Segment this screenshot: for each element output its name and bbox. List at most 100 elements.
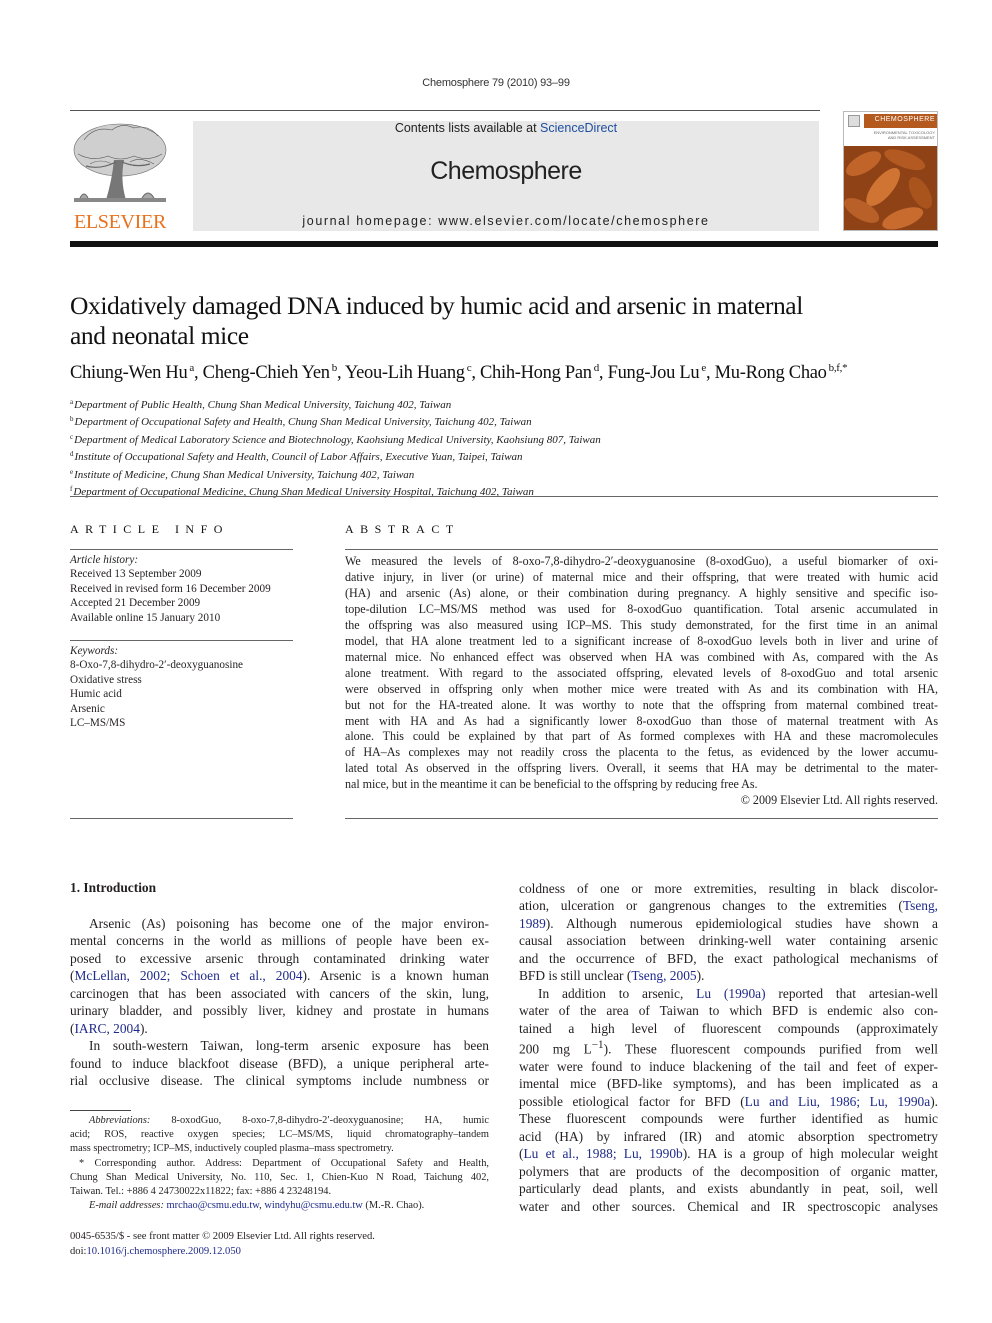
keywords-section: Keywords: 8-Oxo-7,8-dihydro-2′-deoxyguan… — [70, 644, 300, 730]
journal-homepage[interactable]: journal homepage: www.elsevier.com/locat… — [193, 214, 819, 228]
author-affiliation-marker[interactable]: d — [594, 362, 600, 374]
abstract-line: tope-dilution LC–MS/MS method was used f… — [345, 601, 938, 616]
text-line: BFD is still unclear (Tseng, 2005). — [519, 967, 938, 984]
text-line: 200 mg L−1). These fluorescent compounds… — [519, 1037, 938, 1058]
text-run: rial occlusive disease. The clinical sym… — [70, 1073, 489, 1089]
author-affiliation-marker[interactable]: a — [189, 362, 194, 374]
text-run: causal association between drinking-well… — [519, 933, 938, 949]
text-run: ). — [139, 1020, 148, 1036]
elsevier-logo[interactable]: ELSEVIER — [70, 120, 170, 232]
divider — [70, 818, 293, 819]
affiliation-text: Institute of Occupational Safety and Hea… — [74, 451, 523, 464]
italic-label: Abbreviations: — [89, 1115, 151, 1126]
keyword[interactable]: Arsenic — [70, 702, 300, 716]
author-name[interactable]: Chiung-Wen Hu — [70, 363, 188, 383]
author-name[interactable]: Yeou-Lih Huang — [345, 363, 465, 383]
citation-link[interactable]: Lu and Liu, 1986; Lu, 1990a — [745, 1094, 931, 1109]
text-run: posed to excessive arsenic through conta… — [70, 950, 489, 966]
citation-link[interactable]: Tseng, — [903, 898, 938, 913]
text-run: In addition to arsenic, — [538, 985, 697, 1001]
text-run: ). — [930, 1093, 938, 1109]
affiliation-marker: e — [70, 467, 74, 476]
introduction-heading: 1. Introduction — [70, 880, 157, 895]
text-line: acid; ROS, reactive oxygen species; LC–M… — [70, 1128, 489, 1142]
divider — [70, 640, 293, 641]
text-line: carcinogen that has been associated with… — [70, 985, 489, 1002]
history-item: Available online 15 January 2010 — [70, 611, 221, 624]
contents-line: Contents lists available at ScienceDirec… — [193, 121, 819, 135]
front-matter: 0045-6535/$ - see front matter © 2009 El… — [70, 1230, 489, 1259]
text-line: possible etiological factor for BFD (Lu … — [519, 1093, 938, 1110]
affiliation: bDepartment of Occupational Safety and H… — [70, 412, 770, 429]
text-run: Chung Shan Medical University, No. 110, … — [70, 1171, 489, 1183]
keyword[interactable]: LC–MS/MS — [70, 716, 300, 730]
author-affiliation-marker[interactable]: b — [332, 362, 338, 374]
abstract-line: ment with HA and As had a significantly … — [345, 713, 938, 728]
text-run: In south-western Taiwan, long-term arsen… — [89, 1038, 489, 1054]
author-name[interactable]: Cheng-Chieh Yen — [203, 363, 330, 383]
text-line: found to induce blackfoot disease (BFD),… — [70, 1055, 489, 1072]
citation-link[interactable]: mrchao@csmu.edu.tw — [167, 1200, 260, 1211]
text-run: ation, ulceration or gangrenous changes … — [519, 898, 903, 914]
text-line: In addition to arsenic, Lu (1990a) repor… — [519, 985, 938, 1002]
author-affiliation-marker[interactable]: c — [467, 362, 472, 374]
text-line: rial occlusive disease. The clinical sym… — [70, 1072, 489, 1089]
history-items: Received 13 September 2009 Received in re… — [70, 567, 300, 625]
text-run: mass spectrometry; ICP–MS, inductively c… — [70, 1143, 394, 1155]
abstract-line: of HA–As complexes may not readily cross… — [345, 745, 938, 760]
author-name[interactable]: Fung-Jou Lu — [608, 363, 700, 383]
running-head: Chemosphere 79 (2010) 93–99 — [422, 77, 570, 89]
citation-link[interactable]: McLellan, 2002; Schoen et al., 2004 — [74, 968, 302, 983]
keyword[interactable]: Humic acid — [70, 687, 300, 701]
author-name[interactable]: Mu-Rong Chao — [715, 363, 827, 383]
text-line: mental concerns in the world as millions… — [70, 932, 489, 949]
body-column-left: Arsenic (As) poisoning has become one of… — [70, 915, 489, 1090]
citation-link[interactable]: Tseng, 2005 — [631, 968, 696, 983]
text-line: water of the area of Taiwan to which BFD… — [519, 1002, 938, 1019]
citation-link[interactable]: IARC, 2004 — [74, 1021, 139, 1036]
doi-link[interactable]: 10.1016/j.chemosphere.2009.12.050 — [86, 1246, 240, 1257]
affiliation-marker: f — [70, 485, 73, 494]
affiliation-text: Institute of Medicine, Chung Shan Medica… — [74, 468, 415, 481]
abstract-line: alone treatment. With regard to the asso… — [345, 665, 938, 680]
footnotes: Abbreviations: 8-oxodGuo, 8-oxo-7,8-dihy… — [70, 1114, 489, 1213]
text-run: water and other sources. Chemical and IR… — [519, 1198, 938, 1214]
divider — [345, 818, 938, 819]
citation-link[interactable]: Lu et al., 1988; Lu, 1990b — [523, 1146, 682, 1161]
abstract-line: We measured the levels of 8-oxo-7,8-dihy… — [345, 554, 938, 568]
text-run: tained a high level of fluorescent compo… — [519, 1020, 938, 1036]
keyword[interactable]: 8-Oxo-7,8-dihydro-2′-deoxyguanosine — [70, 658, 300, 672]
affiliation-list: aDepartment of Public Health, Chung Shan… — [70, 395, 770, 499]
citation-link[interactable]: Lu (1990a) — [696, 986, 765, 1001]
citation-link[interactable]: 1989 — [519, 916, 546, 931]
text-run: found to induce blackfoot disease (BFD),… — [70, 1055, 489, 1071]
text-line: coldness of one or more extremities, res… — [519, 880, 938, 897]
abstract-line: were observed in offspring only when mot… — [345, 681, 938, 696]
author-affiliation-marker[interactable]: e — [701, 362, 706, 374]
text-run: coldness of one or more extremities, res… — [519, 881, 938, 896]
keyword[interactable]: Oxidative stress — [70, 673, 300, 687]
journal-name[interactable]: Chemosphere — [193, 157, 819, 186]
text-line: (McLellan, 2002; Schoen et al., 2004). A… — [70, 967, 489, 984]
text-line: Abbreviations: 8-oxodGuo, 8-oxo-7,8-dihy… — [70, 1114, 489, 1128]
abstract-line: but not for the HA-treated alone. It was… — [345, 697, 938, 712]
author-name[interactable]: Chih-Hong Pan — [480, 363, 592, 383]
author-affiliation-marker[interactable]: b,f,* — [829, 362, 848, 374]
text-run: urinary bladder, and possibly liver, kid… — [70, 1003, 489, 1019]
text-run: carcinogen that has been associated with… — [70, 985, 489, 1001]
text-line: mass spectrometry; ICP–MS, inductively c… — [70, 1142, 489, 1156]
text-line: In south-western Taiwan, long-term arsen… — [70, 1037, 489, 1054]
history-item: Received in revised form 16 December 200… — [70, 582, 271, 595]
text-run: ). Arsenic is a known human — [302, 968, 489, 984]
text-line: particularly dead plants, and exists abu… — [519, 1180, 938, 1197]
affiliation-text: Department of Medical Laboratory Science… — [74, 433, 601, 446]
journal-cover[interactable]: CHEMOSPHERE ENVIRONMENTAL TOXICOLOGY AND… — [843, 111, 938, 231]
affiliation: dInstitute of Occupational Safety and He… — [70, 447, 770, 464]
citation-link[interactable]: windyhu@csmu.edu.tw — [264, 1200, 362, 1211]
text-run: (M.-R. Chao). — [362, 1200, 425, 1212]
sciencedirect-link[interactable]: ScienceDirect — [540, 121, 617, 135]
abstract-line: nal mice, but in the meantime it can be … — [345, 777, 758, 792]
text-run: and the occurrence of BFD, the exact pat… — [519, 950, 938, 966]
text-run: 8-oxodGuo, 8-oxo-7,8-dihydro-2′-deoxygua… — [150, 1115, 489, 1126]
header-thick-rule — [70, 241, 938, 247]
